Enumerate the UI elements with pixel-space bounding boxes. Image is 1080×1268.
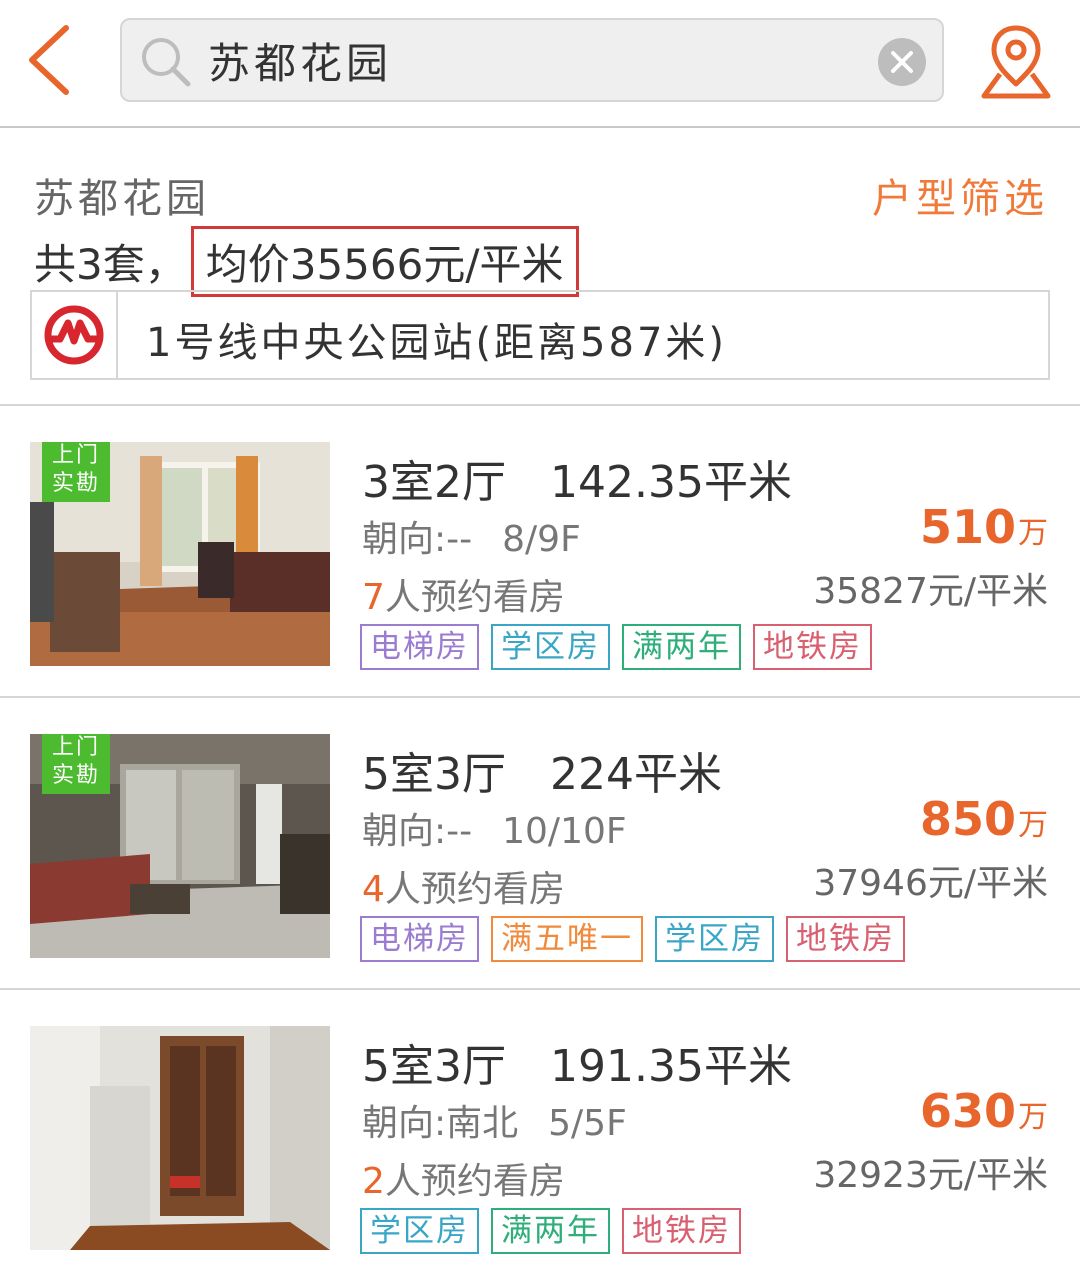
listing-area: 224平米 [550, 749, 722, 800]
metro-logo [32, 292, 118, 378]
close-icon [891, 51, 913, 73]
unit-price: 32923元/平米 [813, 1155, 1048, 1196]
room-photo [30, 1026, 330, 1250]
metro-station-text: 1号线中央公园站(距离587米) [146, 320, 728, 366]
layout-filter-button[interactable]: 户型筛选 [872, 166, 1048, 224]
back-button[interactable] [22, 22, 82, 98]
listing-tags: 电梯房 学区房 满两年 地铁房 [360, 624, 884, 670]
tag: 满两年 [491, 1208, 610, 1254]
listing-price: 510万 [919, 500, 1048, 554]
tag: 满两年 [622, 624, 741, 670]
average-price: 均价35566元/平米 [190, 226, 579, 297]
tag: 学区房 [655, 916, 774, 962]
search-input[interactable] [208, 30, 858, 90]
viewing-appointments: 7人预约看房 [362, 577, 565, 618]
listing-count: 共3套， [34, 240, 187, 289]
chevron-left-icon [29, 25, 69, 95]
search-icon [142, 38, 191, 87]
listing-photo [30, 1026, 330, 1250]
listing-floor: 5/5F [548, 1103, 627, 1144]
search-box[interactable] [120, 18, 944, 102]
listing-orientation: 朝向:南北 5/5F [362, 1103, 627, 1144]
listing-item[interactable]: 5室3厅 191.35平米 朝向:南北 5/5F 630万 2人预约看房 32923… [0, 990, 1080, 1268]
listing-photo: 上门 实勘 [30, 734, 330, 958]
viewing-appointments: 4人预约看房 [362, 869, 565, 910]
listing-price: 630万 [919, 1084, 1048, 1138]
listing-area: 142.35平米 [550, 457, 792, 508]
clear-search-button[interactable] [878, 38, 926, 86]
tag: 学区房 [360, 1208, 479, 1254]
tag: 电梯房 [360, 624, 479, 670]
tag: 电梯房 [360, 916, 479, 962]
listing-tags: 电梯房 满五唯一 学区房 地铁房 [360, 916, 917, 962]
map-button[interactable] [978, 22, 1054, 102]
location-pin-icon [981, 25, 1051, 99]
community-name: 苏都花园 [34, 176, 210, 222]
metro-info-bar[interactable]: 1号线中央公园站(距离587米) [30, 290, 1050, 380]
listing-orientation: 朝向:-- 10/10F [362, 811, 627, 852]
top-bar [0, 0, 1080, 128]
tag: 学区房 [491, 624, 610, 670]
listing-layout: 5室3厅 191.35平米 [362, 1041, 792, 1092]
tag: 地铁房 [622, 1208, 741, 1254]
community-summary: 苏都花园 户型筛选 共3套， 均价35566元/平米 1号线中央公园站(距离587… [0, 130, 1080, 406]
listing-floor: 8/9F [502, 519, 581, 560]
listing-tags: 学区房 满两年 地铁房 [360, 1208, 753, 1254]
tag: 地铁房 [753, 624, 872, 670]
listing-orientation: 朝向:-- 8/9F [362, 519, 581, 560]
listing-item[interactable]: 上门 实勘 3室2厅 142.35平米 朝向:-- 8/9F 510万 7人预约看房… [0, 406, 1080, 698]
verified-badge: 上门 实勘 [42, 442, 110, 502]
listing-area: 191.35平米 [550, 1041, 792, 1092]
verified-badge: 上门 实勘 [42, 734, 110, 794]
tag: 地铁房 [786, 916, 905, 962]
listing-count-line: 共3套， 均价35566元/平米 [34, 226, 579, 297]
unit-price: 37946元/平米 [813, 863, 1048, 904]
shanghai-metro-icon [44, 305, 104, 365]
listing-layout: 3室2厅 142.35平米 [362, 457, 792, 508]
listing-floor: 10/10F [502, 811, 627, 852]
unit-price: 35827元/平米 [813, 571, 1048, 612]
tag: 满五唯一 [491, 916, 643, 962]
listing-photo: 上门 实勘 [30, 442, 330, 666]
listing-item[interactable]: 上门 实勘 5室3厅 224平米 朝向:-- 10/10F 850万 4人预约看房 … [0, 698, 1080, 990]
listing-layout: 5室3厅 224平米 [362, 749, 722, 800]
listing-price: 850万 [919, 792, 1048, 846]
viewing-appointments: 2人预约看房 [362, 1161, 565, 1202]
